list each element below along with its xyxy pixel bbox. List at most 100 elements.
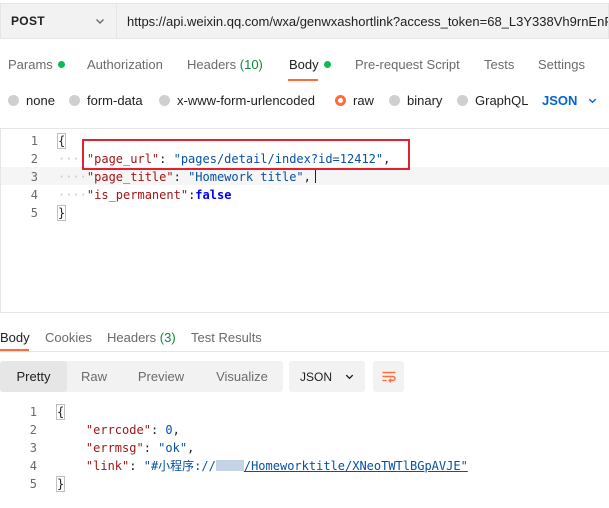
json-key: "is_permanent" xyxy=(86,188,189,202)
response-tab-test-results[interactable]: Test Results xyxy=(191,330,262,345)
line-number: 4 xyxy=(29,459,37,473)
chevron-down-icon xyxy=(96,19,104,24)
redacted-block xyxy=(215,460,244,471)
link-prefix: "#小程序:// xyxy=(143,459,216,473)
code-line: 4 ····"is_permanent":false xyxy=(1,186,609,204)
chevron-down-icon xyxy=(345,374,354,380)
link-value[interactable]: /Homeworktitle/XNeoTWTlBGpAVJE" xyxy=(244,459,468,473)
method-select[interactable]: POST xyxy=(0,3,116,39)
response-body-viewer[interactable]: 1 { 2 "errcode": 0, 3 "errmsg": "ok", 4 … xyxy=(0,400,609,508)
open-brace: { xyxy=(56,133,67,149)
tab-pre-request-label: Pre-request Script xyxy=(355,57,460,72)
view-raw-button[interactable]: Raw xyxy=(67,361,121,392)
radio-raw-label: raw xyxy=(353,93,374,108)
response-tab-test-results-label: Test Results xyxy=(191,330,262,345)
tab-headers[interactable]: Headers (10) xyxy=(187,57,263,72)
wrap-lines-button[interactable] xyxy=(373,361,404,392)
response-tabs: Body Cookies Headers (3) Test Results xyxy=(0,320,609,352)
response-tab-cookies-label: Cookies xyxy=(45,330,92,345)
code-line: 3 "errmsg": "ok", xyxy=(0,439,609,457)
response-tab-headers[interactable]: Headers (3) xyxy=(107,330,176,345)
line-number: 5 xyxy=(29,477,37,491)
json-value: 0 xyxy=(165,423,173,437)
line-number: 3 xyxy=(30,170,38,184)
radio-binary-label: binary xyxy=(407,93,443,108)
body-language-select[interactable]: JSON xyxy=(542,93,598,108)
radio-graphql[interactable]: GraphQL xyxy=(457,93,528,108)
view-pretty-label: Pretty xyxy=(16,369,51,384)
view-visualize-button[interactable]: Visualize xyxy=(201,361,283,392)
view-preview-label: Preview xyxy=(137,369,185,384)
radio-graphql-label: GraphQL xyxy=(475,93,529,108)
view-pretty-button[interactable]: Pretty xyxy=(0,361,67,392)
headers-count: (10) xyxy=(239,57,263,72)
view-visualize-label: Visualize xyxy=(216,369,268,384)
code-line: 5 } xyxy=(0,475,609,493)
code-line: 3 ····"page_title": "Homework title", xyxy=(1,168,609,186)
close-brace: } xyxy=(55,476,66,492)
line-number: 2 xyxy=(29,423,37,437)
radio-none-label: none xyxy=(26,93,55,108)
colon: : xyxy=(143,441,159,455)
code-line: 5 } xyxy=(1,204,609,222)
line-number: 3 xyxy=(29,441,37,455)
radio-urlencoded-label: x-www-form-urlencoded xyxy=(177,93,315,108)
response-active-tab-underline xyxy=(0,349,29,351)
radio-binary[interactable]: binary xyxy=(389,93,442,108)
json-key: "errmsg" xyxy=(85,441,144,455)
open-brace: { xyxy=(55,404,66,420)
radio-circle-icon xyxy=(69,95,80,106)
tab-body[interactable]: Body xyxy=(289,57,331,72)
body-indicator-dot xyxy=(323,61,331,68)
response-format-label: JSON xyxy=(300,369,333,384)
tab-body-label: Body xyxy=(289,57,319,72)
json-key: "page_title" xyxy=(86,170,174,184)
json-key: "link" xyxy=(85,459,130,473)
tab-authorization-label: Authorization xyxy=(87,57,163,72)
view-raw-label: Raw xyxy=(80,369,107,384)
highlight-annotation-box xyxy=(82,139,410,170)
text-cursor xyxy=(314,169,316,183)
body-type-options: none form-data x-www-form-urlencoded raw… xyxy=(0,88,609,114)
comma: , xyxy=(172,423,180,437)
tab-tests[interactable]: Tests xyxy=(484,57,514,72)
line-number: 1 xyxy=(29,405,37,419)
tab-params-label: Params xyxy=(8,57,53,72)
chevron-down-icon xyxy=(589,98,597,104)
line-number: 4 xyxy=(30,188,38,202)
url-input[interactable]: https://api.weixin.qq.com/wxa/genwxashor… xyxy=(116,3,609,39)
response-format-select[interactable]: JSON xyxy=(289,361,365,392)
radio-circle-icon xyxy=(8,95,19,106)
tab-authorization[interactable]: Authorization xyxy=(87,57,163,72)
tab-settings[interactable]: Settings xyxy=(538,57,585,72)
view-preview-button[interactable]: Preview xyxy=(121,361,201,392)
line-number: 5 xyxy=(30,206,38,220)
radio-none[interactable]: none xyxy=(8,93,55,108)
request-bar: POST https://api.weixin.qq.com/wxa/genwx… xyxy=(0,0,609,42)
radio-raw[interactable]: raw xyxy=(335,93,374,108)
active-tab-underline xyxy=(288,79,318,81)
radio-urlencoded[interactable]: x-www-form-urlencoded xyxy=(159,93,315,108)
indent-guide: ···· xyxy=(58,170,87,184)
radio-selected-icon xyxy=(335,95,346,106)
json-key: "errcode" xyxy=(85,423,151,437)
line-number: 1 xyxy=(30,134,38,148)
comma: , xyxy=(187,441,195,455)
colon: : xyxy=(129,459,144,473)
radio-form-data[interactable]: form-data xyxy=(69,93,143,108)
json-value: "ok" xyxy=(158,441,188,455)
tab-headers-label: Headers xyxy=(187,57,237,72)
response-tab-cookies[interactable]: Cookies xyxy=(45,330,92,345)
params-indicator-dot xyxy=(57,61,65,68)
body-language-label: JSON xyxy=(542,93,578,108)
tab-pre-request-script[interactable]: Pre-request Script xyxy=(355,57,460,72)
response-tab-body[interactable]: Body xyxy=(0,330,30,345)
colon: : xyxy=(173,170,189,184)
request-tabs: Params Authorization Headers (10) Body P… xyxy=(0,48,609,82)
code-line: 4 "link": "#小程序:// /Homeworktitle/XNeoTWT… xyxy=(0,457,609,475)
tab-params[interactable]: Params xyxy=(8,57,65,72)
method-label: POST xyxy=(11,14,45,28)
json-value: "Homework title" xyxy=(188,170,304,184)
